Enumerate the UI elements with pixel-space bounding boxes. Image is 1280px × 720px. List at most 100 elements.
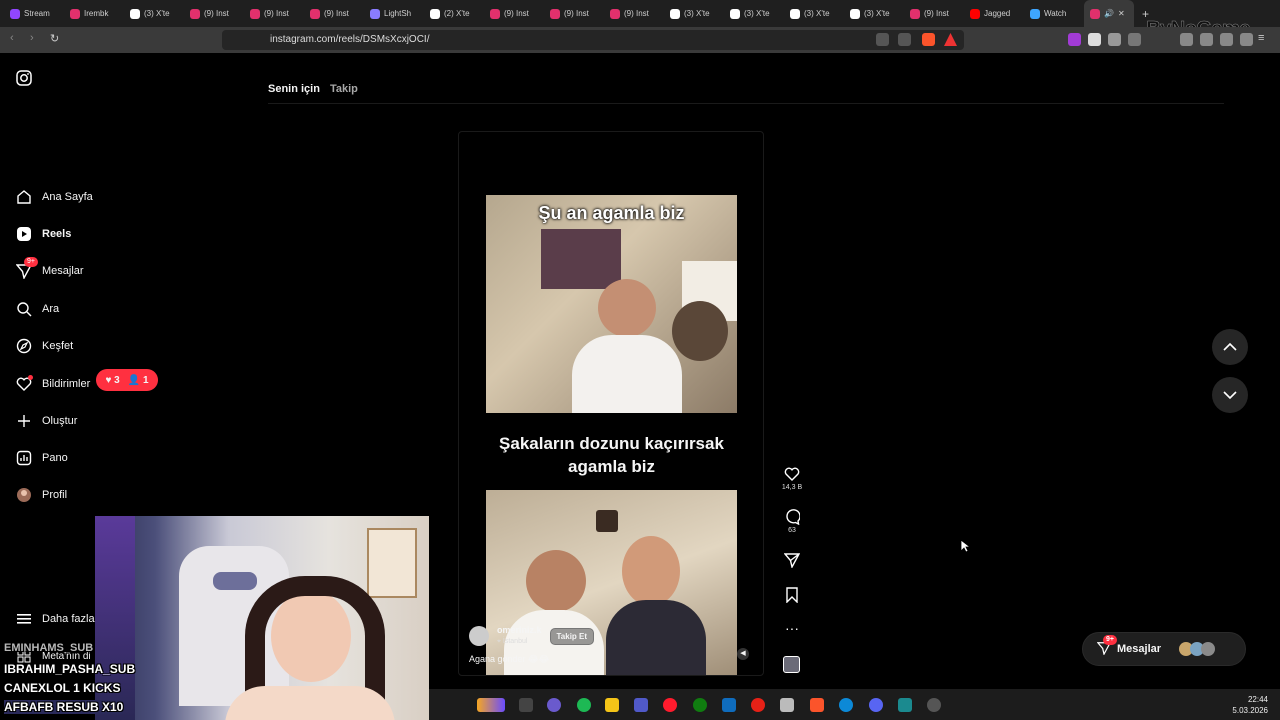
extension-icon[interactable] xyxy=(1068,33,1081,46)
vpn-icon[interactable] xyxy=(1200,33,1213,46)
tab-label: (9) Inst xyxy=(264,9,289,18)
shield-icon[interactable] xyxy=(1240,33,1253,46)
app-icon[interactable] xyxy=(898,698,912,712)
edge-icon[interactable] xyxy=(839,698,853,712)
notepad-icon[interactable] xyxy=(780,698,794,712)
tab-for-you[interactable]: Senin için xyxy=(268,83,320,95)
chat-line: AFBAFB RESUB X10 xyxy=(4,700,124,714)
browser-tab-active[interactable]: 🔊 ✕ xyxy=(1084,0,1134,27)
recent-avatars xyxy=(1179,642,1216,656)
copilot-icon[interactable] xyxy=(547,698,561,712)
sidebar-item-heart[interactable]: Bildirimler xyxy=(16,373,90,395)
previous-reel-button[interactable] xyxy=(1212,329,1248,365)
more-options-button[interactable]: ··· xyxy=(780,620,804,636)
follow-button[interactable]: Takip Et xyxy=(549,627,595,645)
close-tab-icon[interactable]: ✕ xyxy=(1118,9,1125,18)
reload-icon[interactable]: ↻ xyxy=(50,32,59,45)
browser-tab[interactable]: (9) Inst xyxy=(484,0,544,27)
browser-tab[interactable]: (9) Inst xyxy=(544,0,604,27)
person-head xyxy=(598,279,656,337)
tab-label: Watch xyxy=(1044,9,1067,18)
sidebar-icon[interactable] xyxy=(1128,33,1141,46)
brave-icon[interactable] xyxy=(810,698,824,712)
menu-icon[interactable]: ≡ xyxy=(1258,32,1264,44)
task-view-icon[interactable] xyxy=(519,698,533,712)
browser-tab[interactable]: (9) Inst xyxy=(184,0,244,27)
extensions-puzzle-icon[interactable] xyxy=(1108,33,1121,46)
browser-tab[interactable]: (3) X'te xyxy=(844,0,904,27)
browser-tab[interactable]: (3) X'te xyxy=(784,0,844,27)
sidebar-item-plus[interactable]: Oluştur xyxy=(16,410,77,432)
browser-tab[interactable]: LightSh xyxy=(364,0,424,27)
sidebar-item-more[interactable]: Daha fazla xyxy=(16,608,95,630)
browser-tab[interactable]: (9) Inst xyxy=(244,0,304,27)
share-icon[interactable] xyxy=(898,33,911,46)
sidebar-item-avatar[interactable]: Profil xyxy=(16,484,67,506)
discord-icon[interactable] xyxy=(869,698,883,712)
browser-tab[interactable]: (3) X'te xyxy=(124,0,184,27)
like-button[interactable]: 14,3 B xyxy=(780,466,804,491)
browser-tab[interactable]: (9) Inst xyxy=(604,0,664,27)
browser-tab[interactable]: (3) X'te xyxy=(664,0,724,27)
feed-tabs: Senin için Takip xyxy=(268,83,358,95)
opera-icon[interactable] xyxy=(663,698,677,712)
browser-tab[interactable]: (3) X'te xyxy=(724,0,784,27)
save-button[interactable] xyxy=(780,587,804,605)
sidebar-item-home[interactable]: Ana Sayfa xyxy=(16,186,93,208)
volume-icon[interactable]: ◀ xyxy=(737,648,749,660)
browser-tab[interactable]: (2) X'te xyxy=(424,0,484,27)
media-icon[interactable] xyxy=(751,698,765,712)
tab-label: Jagged xyxy=(984,9,1011,18)
widgets-icon[interactable] xyxy=(477,698,505,712)
browser-tab[interactable]: (9) Inst xyxy=(304,0,364,27)
brave-shield-icon[interactable] xyxy=(922,33,935,46)
notification-popup[interactable]: ♥ 3 👤 1 xyxy=(96,369,158,391)
sidebar-item-messenger[interactable]: 9+ Mesajlar xyxy=(16,257,84,282)
sidebar-item-search[interactable]: Ara xyxy=(16,298,59,320)
author-location[interactable]: İstanbul xyxy=(503,638,528,645)
url-field[interactable]: instagram.com/reels/DSMsXcxjOCI/ xyxy=(222,30,964,50)
like-count: 14,3 B xyxy=(781,484,803,491)
tab-favicon-icon xyxy=(970,8,980,19)
next-reel-button[interactable] xyxy=(1212,377,1248,413)
xbox-icon[interactable] xyxy=(693,698,707,712)
author-avatar[interactable] xyxy=(469,626,489,646)
browser-tab[interactable]: (9) Inst xyxy=(904,0,964,27)
profile-icon[interactable] xyxy=(1220,33,1233,46)
person-two xyxy=(672,301,728,361)
teams-icon[interactable] xyxy=(634,698,648,712)
extension-icon[interactable] xyxy=(1088,33,1101,46)
settings-icon[interactable] xyxy=(927,698,941,712)
audio-thumbnail[interactable] xyxy=(783,656,800,673)
messages-pill[interactable]: 9+ Mesajlar xyxy=(1082,632,1246,666)
wallet-icon[interactable] xyxy=(1180,33,1193,46)
unread-dot xyxy=(28,375,33,380)
page-action-icon[interactable] xyxy=(876,33,889,46)
sidebar-item-reels[interactable]: Reels xyxy=(16,223,71,245)
instagram-logo-icon[interactable] xyxy=(16,70,32,86)
system-clock[interactable]: 22:44 5.03.2026 xyxy=(1232,694,1268,716)
messenger-icon: 9+ xyxy=(1096,634,1117,658)
tab-label: (3) X'te xyxy=(864,9,890,18)
back-icon[interactable]: ‹ xyxy=(10,32,14,44)
mouse-cursor-icon xyxy=(960,539,970,553)
speaker-icon[interactable]: 🔊 xyxy=(1104,9,1114,18)
reel-top-text: Şu an agamla biz xyxy=(538,203,685,223)
tab-favicon-icon xyxy=(370,8,380,19)
forward-icon[interactable]: › xyxy=(30,32,34,44)
file-explorer-icon[interactable] xyxy=(605,698,619,712)
browser-tab[interactable]: Irembk xyxy=(64,0,124,27)
caption-text[interactable]: Agana gönder 😂😂 xyxy=(469,654,749,665)
sidebar-item-chart[interactable]: Pano xyxy=(16,447,68,469)
tab-following[interactable]: Takip xyxy=(330,83,358,95)
reel-player[interactable]: Şu an agamla biz Şakaların dozunu kaçırı… xyxy=(458,131,764,676)
browser-tab[interactable]: Jagged xyxy=(964,0,1024,27)
browser-tab[interactable]: Watch xyxy=(1024,0,1084,27)
author-username[interactable]: omeriniz.k xyxy=(497,625,542,636)
sidebar-item-compass[interactable]: Keşfet xyxy=(16,335,73,357)
share-button[interactable] xyxy=(780,552,804,570)
browser-tab[interactable]: Stream xyxy=(4,0,64,27)
store-icon[interactable] xyxy=(722,698,736,712)
spotify-icon[interactable] xyxy=(577,698,591,712)
comment-button[interactable]: 63 xyxy=(780,509,804,534)
